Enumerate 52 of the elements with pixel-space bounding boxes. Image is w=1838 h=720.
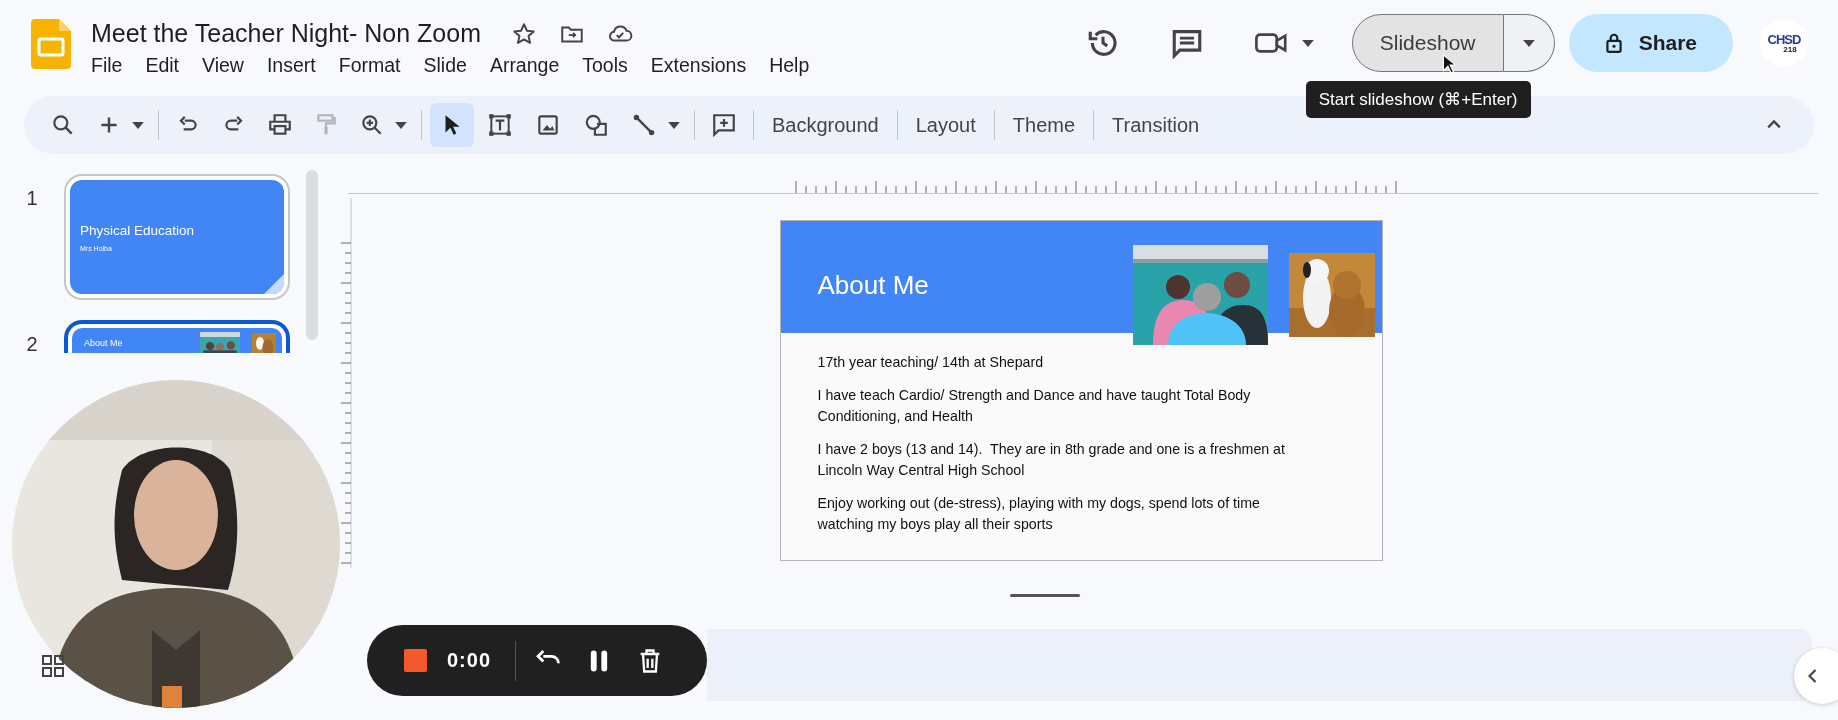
account-avatar[interactable]: CHSD 218 [1760, 19, 1808, 67]
caret-icon[interactable] [668, 121, 680, 129]
menu-item[interactable]: Edit [145, 54, 180, 77]
menu-item[interactable]: Help [769, 54, 810, 77]
add-comment-icon[interactable] [711, 112, 737, 138]
menu-item[interactable]: File [91, 54, 123, 77]
mouse-cursor-icon [1441, 54, 1456, 74]
toolbar-button[interactable]: Transition [1100, 113, 1212, 137]
menu-item[interactable]: Slide [423, 54, 467, 77]
slide-number: 2 [25, 332, 39, 356]
caret-icon[interactable] [395, 121, 407, 129]
caret-icon [1301, 39, 1314, 47]
menu-item[interactable]: Tools [582, 54, 628, 77]
caret-icon[interactable] [132, 121, 144, 129]
toolbar-button[interactable]: Background [760, 113, 891, 137]
scrollbar[interactable] [306, 170, 318, 340]
share-button[interactable]: Share [1568, 14, 1733, 72]
slide-paragraph[interactable]: I have teach Cardio/ Strength and Dance and have taught Total Body Conditioning, and Health [817, 385, 1308, 427]
menu-item[interactable]: Insert [266, 54, 316, 77]
lock-icon [1604, 32, 1623, 54]
caret-icon [1522, 39, 1535, 47]
print-icon[interactable] [267, 112, 293, 138]
thumbnail-title: About Me [84, 337, 123, 348]
star-icon[interactable] [511, 20, 537, 47]
slide-paragraph[interactable]: 17th year teaching/ 14th at Shepard [817, 352, 1308, 373]
slideshow-button[interactable]: Slideshow [1351, 14, 1504, 72]
slide-paragraph[interactable]: I have 2 boys (13 and 14). They are in 8th grade and one is a freshmen at Lincoln Way Central High School [817, 439, 1308, 481]
thumbnail-title: Physical Education [80, 222, 196, 238]
menu-item[interactable]: Extensions [650, 54, 747, 77]
menu-item[interactable]: View [202, 54, 244, 77]
page-curl-icon [264, 274, 284, 294]
slideshow-options-button[interactable] [1503, 14, 1555, 72]
slide-thumbnail[interactable]: About Me [64, 320, 290, 353]
slide-paragraph[interactable]: Enjoy working out (de-stress), playing with my dogs, spend lots of time watching my boys play all their sports [817, 493, 1308, 535]
recording-time: 0:00 [447, 649, 492, 672]
grid-icon[interactable] [42, 655, 64, 677]
text-box-icon [487, 112, 513, 138]
image-icon [535, 112, 561, 138]
menu-item[interactable]: Format [338, 54, 401, 77]
menu-item[interactable]: Arrange [489, 54, 560, 77]
document-title[interactable]: Meet the Teacher Night- Non Zoom [91, 19, 481, 48]
resize-handle[interactable] [1010, 594, 1080, 597]
toolbar-button[interactable]: Layout [903, 113, 988, 137]
slide[interactable] [779, 220, 1383, 561]
tooltip: Start slideshow (⌘+Enter) [1305, 81, 1531, 118]
toolbar-button[interactable]: Theme [1000, 113, 1088, 137]
shapes-icon [583, 112, 609, 138]
pointer-tool[interactable] [430, 103, 474, 147]
line-icon [631, 112, 657, 138]
slide-title[interactable]: About Me [817, 269, 929, 301]
slide-number: 1 [25, 186, 39, 211]
chevron-left-icon [1808, 669, 1817, 683]
